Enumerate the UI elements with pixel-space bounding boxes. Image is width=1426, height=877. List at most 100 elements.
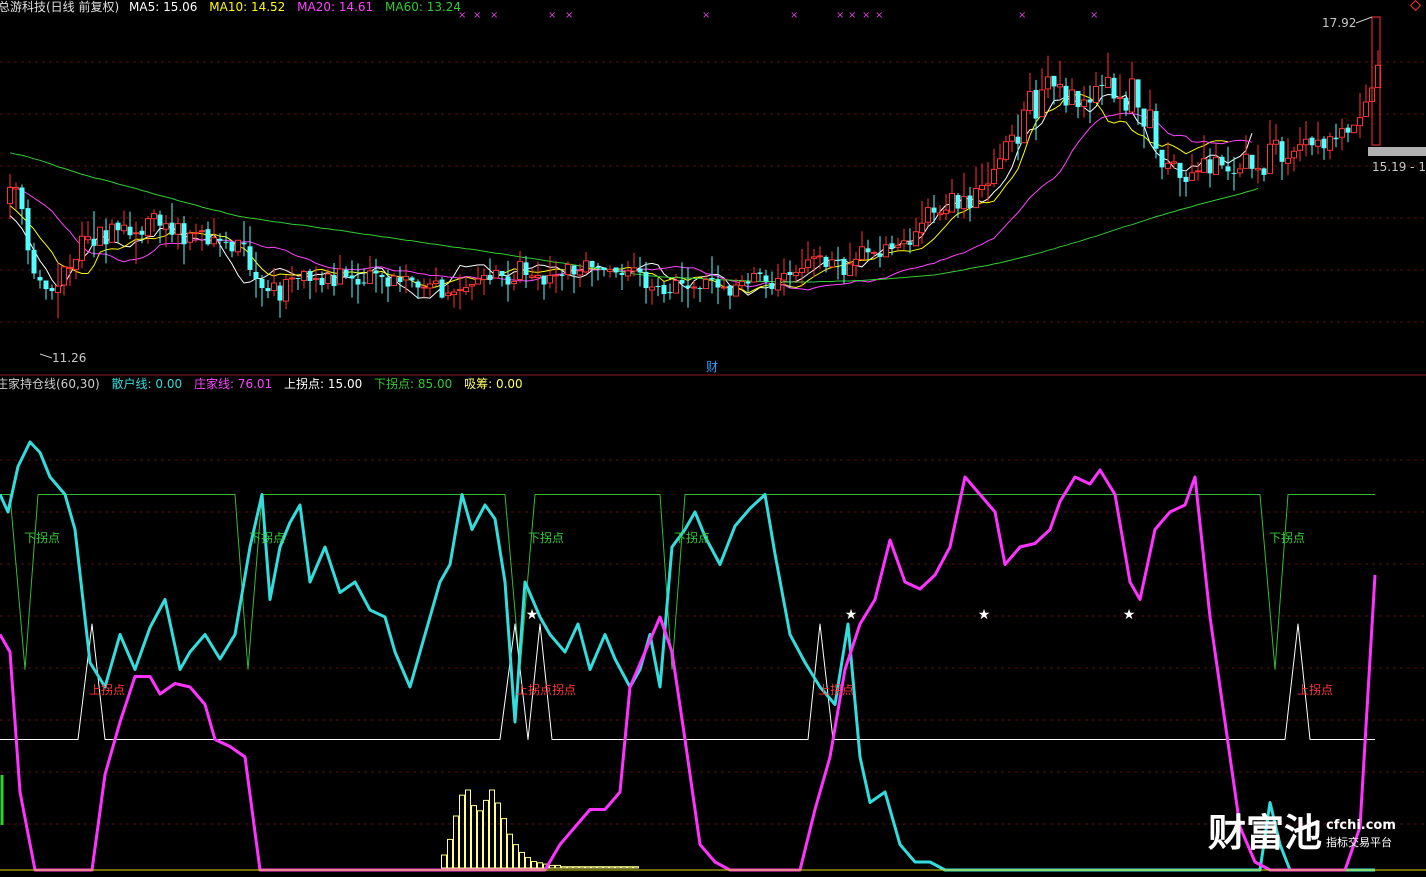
- candle-body-up: [829, 259, 835, 268]
- accumulation-bar: [621, 866, 627, 869]
- candle-body-down: [835, 259, 841, 261]
- candle-body-down: [1177, 162, 1183, 178]
- candle: [43, 280, 49, 300]
- event-marker[interactable]: 财: [706, 360, 718, 374]
- candle: [541, 275, 547, 300]
- up-turn-label: 上拐点: [89, 682, 125, 697]
- candle: [1081, 85, 1087, 118]
- candle: [265, 279, 271, 299]
- candle: [337, 254, 343, 285]
- accumulation-bar: [483, 799, 489, 869]
- candle-body-down: [1261, 168, 1267, 175]
- candle-body-up: [925, 207, 931, 223]
- indicator-title: 庄家持仓线(60,30): [0, 376, 100, 391]
- accumulation-bar: [555, 864, 561, 869]
- candle-body-up: [445, 292, 451, 297]
- candle: [1147, 89, 1153, 129]
- candle-body-up: [1105, 76, 1111, 88]
- diamond-icon[interactable]: [1409, 0, 1422, 12]
- candle-body-up: [985, 183, 991, 186]
- candle: [667, 283, 673, 300]
- candle: [289, 265, 295, 293]
- candle-body-up: [517, 260, 523, 280]
- banker-line-legend: 庄家线: 76.01: [194, 376, 272, 391]
- candle-body-up: [1165, 162, 1171, 169]
- candle-body-up: [577, 270, 583, 276]
- accumulation-bar: [531, 861, 537, 869]
- candle-body-up: [187, 232, 193, 243]
- candle: [1357, 92, 1363, 139]
- candle-body-up: [211, 237, 217, 245]
- candle: [199, 224, 205, 251]
- candle: [601, 267, 607, 277]
- candle-body-up: [703, 278, 709, 290]
- candle-body-up: [1357, 117, 1363, 127]
- watermark-domain: cfchi.com: [1326, 818, 1396, 833]
- x-marker: ×: [490, 10, 498, 21]
- candle-body-down: [1123, 97, 1129, 111]
- candle-body-down: [757, 272, 763, 274]
- candle-body-down: [715, 279, 721, 288]
- candle: [715, 265, 721, 305]
- candle: [469, 284, 475, 301]
- candle: [145, 216, 151, 244]
- candle-body-down: [319, 277, 325, 286]
- candle: [361, 268, 367, 287]
- candle: [799, 248, 805, 287]
- candle-body-up: [367, 270, 373, 285]
- candle-body-down: [1321, 138, 1327, 149]
- candle: [1273, 124, 1279, 155]
- up-point-line: [0, 623, 1375, 740]
- candle-body-up: [1081, 99, 1087, 108]
- top-panel-grid: [0, 61, 1426, 323]
- candle-body-up: [1303, 138, 1309, 146]
- candle: [451, 288, 457, 308]
- candle: [661, 282, 667, 303]
- candle-body-up: [901, 240, 907, 245]
- down-turn-label: 下拐点: [1269, 530, 1305, 545]
- candle-body-up: [475, 278, 481, 285]
- candle-body-up: [1339, 128, 1345, 138]
- candle-body-down: [115, 222, 121, 231]
- candle: [871, 250, 877, 257]
- candle: [913, 217, 919, 247]
- candle-body-up: [55, 285, 61, 294]
- candle-body-down: [841, 258, 847, 275]
- candle-body-up: [535, 274, 541, 278]
- candle-body-up: [847, 263, 853, 276]
- candle: [967, 186, 973, 222]
- candle-body-down: [91, 238, 97, 246]
- x-marker: ×: [862, 10, 870, 21]
- watermark: 财富池 cfchi.com 指标交易平台: [1208, 811, 1396, 855]
- candle-body-up: [919, 222, 925, 234]
- down-turn-label: 下拐点: [528, 530, 564, 545]
- candle: [1165, 142, 1171, 175]
- candle-body-up: [7, 186, 13, 205]
- candle: [235, 239, 241, 256]
- candle: [571, 265, 577, 294]
- candle: [7, 173, 13, 220]
- candle-body-up: [739, 281, 745, 287]
- candle-body-up: [817, 255, 823, 258]
- accumulation-bar: [561, 866, 567, 869]
- down-point-line: [0, 494, 1375, 670]
- accumulation-bar: [489, 789, 495, 869]
- candle-body-up: [301, 270, 307, 281]
- candle: [373, 258, 379, 293]
- candle: [1351, 124, 1357, 134]
- candle: [925, 198, 931, 227]
- candle: [781, 258, 787, 296]
- candle: [589, 260, 595, 287]
- candle-body-down: [907, 242, 913, 245]
- candle-body-up: [979, 184, 985, 190]
- candle: [517, 250, 523, 284]
- candle-body-down: [247, 246, 253, 270]
- x-marker: ×: [1090, 10, 1098, 21]
- candle-body-down: [487, 274, 493, 280]
- candle: [439, 276, 445, 299]
- candle-body-up: [289, 277, 295, 280]
- candle-body-down: [1033, 89, 1039, 119]
- candle: [727, 285, 733, 310]
- candle: [1123, 91, 1129, 117]
- candle-body-down: [241, 242, 247, 245]
